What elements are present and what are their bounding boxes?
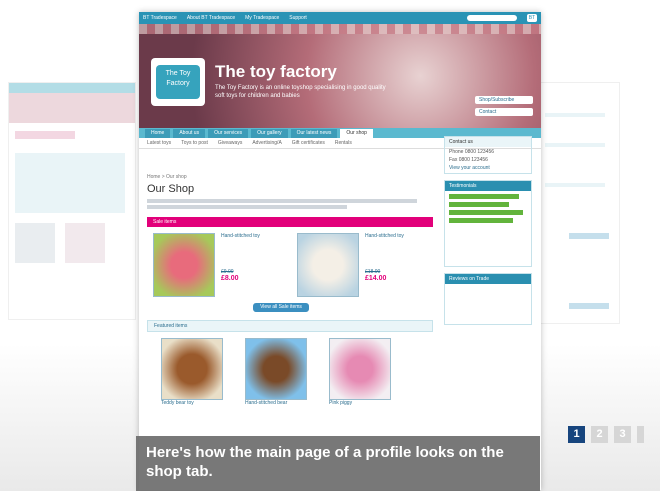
profile-page-screenshot: BT Tradespace About BT Tradespace My Tra… — [139, 12, 541, 490]
pager-page-2[interactable]: 2 — [591, 426, 608, 443]
shop-banner: The Toy Factory The toy factory The Toy … — [139, 24, 541, 128]
slide-pager: 1 2 3 — [568, 426, 644, 443]
slide-caption: Here's how the main page of a profile lo… — [136, 436, 540, 491]
product-name[interactable]: Pink piggy — [329, 400, 391, 406]
subnav-item[interactable]: Giveaways — [218, 140, 242, 146]
product-image[interactable] — [153, 233, 215, 297]
subnav-item[interactable]: Advertising/A — [252, 140, 281, 146]
next-slide-preview[interactable] — [538, 82, 620, 324]
testimonials-box: Testimonials — [444, 180, 532, 267]
pager-page-3[interactable]: 3 — [614, 426, 631, 443]
sale-item[interactable]: Hand-stitched toy £9.00 £8.00 — [153, 233, 283, 297]
contact-title: Contact us — [445, 137, 531, 147]
featured-items-header: Featured items — [147, 320, 433, 332]
product-name[interactable]: Teddy bear toy — [161, 400, 223, 406]
tab-services[interactable]: Our services — [208, 129, 249, 138]
contact-box: Contact us Phone 0800 123456 Fax 0800 12… — [444, 136, 532, 174]
testimonials-title: Testimonials — [445, 181, 531, 191]
sale-items-header: Sale items — [147, 217, 433, 227]
featured-item[interactable]: Teddy bear toy — [161, 338, 223, 406]
featured-item[interactable]: Pink piggy — [329, 338, 391, 406]
product-image[interactable] — [329, 338, 391, 400]
subnav-item[interactable]: Rentals — [335, 140, 352, 146]
tab-about[interactable]: About us — [173, 129, 206, 138]
tab-shop[interactable]: Our shop — [340, 129, 373, 138]
page-title: Our Shop — [147, 183, 195, 195]
shop-content: Home > Our shop Our Shop Sale items Hand… — [147, 174, 433, 412]
top-bar: BT Tradespace About BT Tradespace My Tra… — [139, 12, 541, 24]
previous-slide-preview[interactable] — [8, 82, 136, 320]
sale-items-list: Hand-stitched toy £9.00 £8.00 Hand-stitc… — [147, 227, 433, 303]
sale-price: £8.00 — [221, 275, 239, 282]
reviews-title: Reviews on Trade — [445, 274, 531, 284]
bt-logo: BT — [527, 14, 537, 22]
contact-button[interactable]: Contact — [475, 108, 533, 116]
breadcrumb[interactable]: Home > Our shop — [147, 174, 433, 180]
tab-news[interactable]: Our latest news — [290, 129, 338, 138]
featured-items-list: Teddy bear toy Hand-stitched bear Pink p… — [147, 332, 433, 412]
shop-description: The Toy Factory is an online toyshop spe… — [215, 85, 386, 99]
top-link-support[interactable]: Support — [289, 15, 307, 21]
shop-logo: The Toy Factory — [151, 58, 205, 106]
pager-page-1[interactable]: 1 — [568, 426, 585, 443]
product-name[interactable]: Hand-stitched toy — [221, 233, 260, 239]
subnav-item[interactable]: Gift certificates — [292, 140, 325, 146]
sidebar: Contact us Phone 0800 123456 Fax 0800 12… — [444, 136, 532, 331]
subscribe-button[interactable]: Shop/Subscribe — [475, 96, 533, 104]
top-link-my[interactable]: My Tradespace — [245, 15, 279, 21]
subnav-item[interactable]: Latest toys — [147, 140, 171, 146]
sale-price: £14.00 — [365, 275, 387, 282]
pager-page-4[interactable] — [637, 426, 644, 443]
view-all-sale-button[interactable]: View all Sale items — [253, 303, 309, 312]
tab-gallery[interactable]: Our gallery — [251, 129, 288, 138]
brand-label: BT Tradespace — [143, 15, 177, 21]
product-name[interactable]: Hand-stitched toy — [365, 233, 404, 239]
product-name[interactable]: Hand-stitched bear — [245, 400, 307, 406]
product-image[interactable] — [245, 338, 307, 400]
shop-title: The toy factory — [215, 62, 337, 81]
search-input[interactable] — [467, 15, 517, 21]
reviews-box: Reviews on Trade — [444, 273, 532, 325]
view-account-link[interactable]: View your account — [449, 165, 527, 171]
product-image[interactable] — [297, 233, 359, 297]
tab-home[interactable]: Home — [145, 129, 171, 138]
subnav-item[interactable]: Toys to post — [181, 140, 208, 146]
product-image[interactable] — [161, 338, 223, 400]
top-link-about[interactable]: About BT Tradespace — [187, 15, 235, 21]
featured-item[interactable]: Hand-stitched bear — [245, 338, 307, 406]
sale-item[interactable]: Hand-stitched toy £18.00 £14.00 — [297, 233, 427, 297]
